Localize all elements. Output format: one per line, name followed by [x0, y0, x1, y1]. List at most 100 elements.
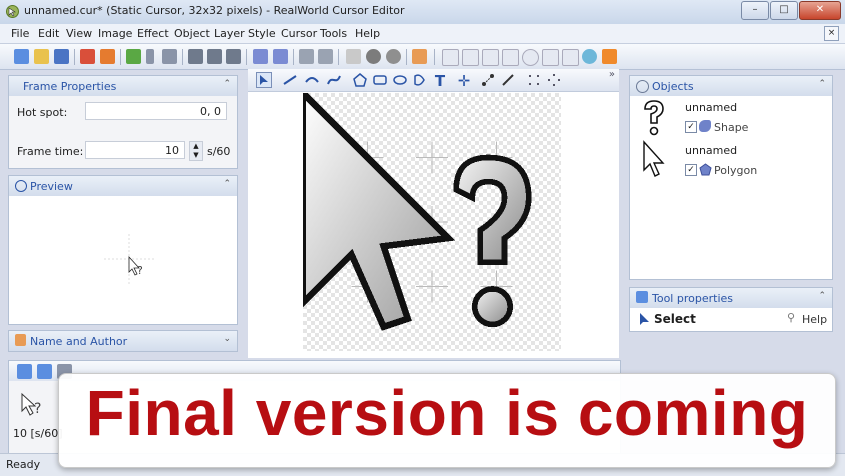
- frame-properties-header[interactable]: Frame Properties ⌃: [8, 75, 238, 97]
- objects-list: unnamed ✓ Shape unnamed ✓ Polygon: [629, 96, 833, 280]
- bevel-icon[interactable]: [386, 49, 401, 64]
- knife-tool-icon[interactable]: [500, 72, 516, 88]
- brightness-icon[interactable]: [346, 49, 361, 64]
- busy-cursor-icon[interactable]: [582, 49, 597, 64]
- polygon-tool-icon[interactable]: [352, 72, 368, 88]
- import-icon[interactable]: [80, 49, 95, 64]
- maximize-button[interactable]: □: [770, 1, 798, 20]
- mdi-close-icon[interactable]: ×: [824, 26, 839, 41]
- minimize-button[interactable]: –: [741, 1, 769, 20]
- gear-cursor-icon[interactable]: [562, 49, 579, 66]
- objects-header[interactable]: Objects ⌃: [629, 75, 833, 97]
- menu-tools[interactable]: Tools: [320, 27, 347, 40]
- new-icon[interactable]: [14, 49, 29, 64]
- frame-time-input[interactable]: 10: [85, 141, 185, 159]
- menu-bar: File Edit View Image Effect Object Layer…: [0, 24, 845, 44]
- toolbar-separator: [338, 49, 339, 65]
- wrench-icon: [636, 291, 648, 303]
- menu-file[interactable]: File: [11, 27, 29, 40]
- fill-icon[interactable]: [318, 49, 333, 64]
- node-tool-icon[interactable]: [480, 72, 496, 88]
- object-item[interactable]: unnamed ✓ Polygon: [630, 140, 832, 184]
- menu-object[interactable]: Object: [174, 27, 210, 40]
- shadow-icon[interactable]: [366, 49, 381, 64]
- rectangle-tool-icon[interactable]: [372, 72, 388, 88]
- group-icon[interactable]: [253, 49, 268, 64]
- frame-time-unit: s/60: [207, 145, 231, 158]
- menu-view[interactable]: View: [66, 27, 92, 40]
- crosshair-cursor-icon[interactable]: [482, 49, 499, 66]
- object-visible-checkbox[interactable]: ✓: [685, 164, 697, 176]
- help-icon[interactable]: ⚲: [787, 311, 795, 324]
- object-item[interactable]: unnamed ✓ Shape: [630, 96, 832, 140]
- menu-image[interactable]: Image: [98, 27, 132, 40]
- hot-spot-input[interactable]: 0, 0: [85, 102, 227, 120]
- frame-thumbnail-icon[interactable]: ?: [19, 391, 47, 419]
- frame-time-spinner[interactable]: ▲ ▼: [189, 141, 203, 161]
- eyedropper-icon[interactable]: [299, 49, 314, 64]
- question-shape-icon: [644, 100, 664, 136]
- current-tool-name: Select: [654, 312, 696, 326]
- toolbar-separator: [293, 49, 294, 65]
- menu-style[interactable]: Style: [248, 27, 276, 40]
- toolbar-overflow-icon[interactable]: »: [609, 69, 615, 80]
- curve-tool-icon[interactable]: [304, 72, 320, 88]
- objects-title: Objects: [652, 80, 694, 93]
- frame-properties-title: Frame Properties: [23, 80, 117, 93]
- shape-tool-icon[interactable]: [412, 72, 428, 88]
- text-tool-icon[interactable]: T: [432, 72, 448, 90]
- undo-icon[interactable]: [126, 49, 141, 64]
- expand-icon[interactable]: ⌄: [223, 334, 231, 344]
- add-frame-icon[interactable]: [17, 364, 32, 379]
- arrow-cursor-icon[interactable]: [442, 49, 459, 66]
- snap-toggle-icon[interactable]: [546, 72, 562, 88]
- collapse-icon[interactable]: ⌃: [223, 179, 231, 189]
- insert-frame-icon[interactable]: [37, 364, 52, 379]
- move-down-icon[interactable]: [226, 49, 241, 64]
- move-up-icon[interactable]: [188, 49, 203, 64]
- save-icon[interactable]: [54, 49, 69, 64]
- move-top-icon[interactable]: [207, 49, 222, 64]
- tool-properties-header[interactable]: Tool properties ⌃: [629, 287, 833, 309]
- menu-help[interactable]: Help: [355, 27, 380, 40]
- name-author-title: Name and Author: [30, 335, 128, 348]
- ungroup-icon[interactable]: [273, 49, 288, 64]
- collapse-icon[interactable]: ⌃: [223, 79, 231, 89]
- collapse-icon[interactable]: ⌃: [818, 291, 826, 301]
- bezier-tool-icon[interactable]: [326, 72, 342, 88]
- preview-pane: ?: [8, 196, 238, 325]
- grid-toggle-icon[interactable]: [526, 72, 542, 88]
- collapse-icon[interactable]: ⌃: [818, 79, 826, 89]
- move-tool-icon[interactable]: ✛: [456, 72, 472, 90]
- hand-cursor-icon[interactable]: [502, 49, 519, 66]
- name-author-header[interactable]: Name and Author ⌄: [8, 330, 238, 352]
- redo-icon[interactable]: [162, 49, 177, 64]
- help-cursor-icon[interactable]: [462, 49, 479, 66]
- person-icon[interactable]: [412, 49, 427, 64]
- resize-cursor-icon[interactable]: [542, 49, 559, 66]
- frame-time-caption: 10 [s/60]: [13, 427, 63, 440]
- menu-effect[interactable]: Effect: [137, 27, 169, 40]
- clock-cursor-icon[interactable]: [522, 49, 539, 66]
- announcement-text: Final version is coming: [85, 377, 809, 449]
- flame-icon[interactable]: [602, 49, 617, 64]
- open-icon[interactable]: [34, 49, 49, 64]
- ellipse-tool-icon[interactable]: [392, 72, 408, 88]
- help-link[interactable]: Help: [802, 313, 827, 326]
- line-tool-icon[interactable]: [282, 72, 298, 88]
- sound-icon[interactable]: [100, 49, 115, 64]
- tool-properties-body: Select ⚲ Help: [629, 308, 833, 332]
- menu-edit[interactable]: Edit: [38, 27, 59, 40]
- cursor-preview-icon: ?: [104, 234, 154, 284]
- undo-dropdown-icon[interactable]: [146, 49, 154, 64]
- menu-cursor[interactable]: Cursor: [281, 27, 317, 40]
- menu-layer[interactable]: Layer: [214, 27, 245, 40]
- preview-header[interactable]: Preview ⌃: [8, 175, 238, 197]
- object-visible-checkbox[interactable]: ✓: [685, 121, 697, 133]
- hot-spot-label: Hot spot:: [17, 106, 68, 119]
- close-button[interactable]: ✕: [799, 1, 841, 20]
- toolbar-separator: [406, 49, 407, 65]
- cursor-canvas[interactable]: [303, 93, 561, 351]
- select-tool-icon[interactable]: [256, 72, 272, 88]
- title-bar: unnamed.cur* (Static Cursor, 32x32 pixel…: [0, 0, 845, 25]
